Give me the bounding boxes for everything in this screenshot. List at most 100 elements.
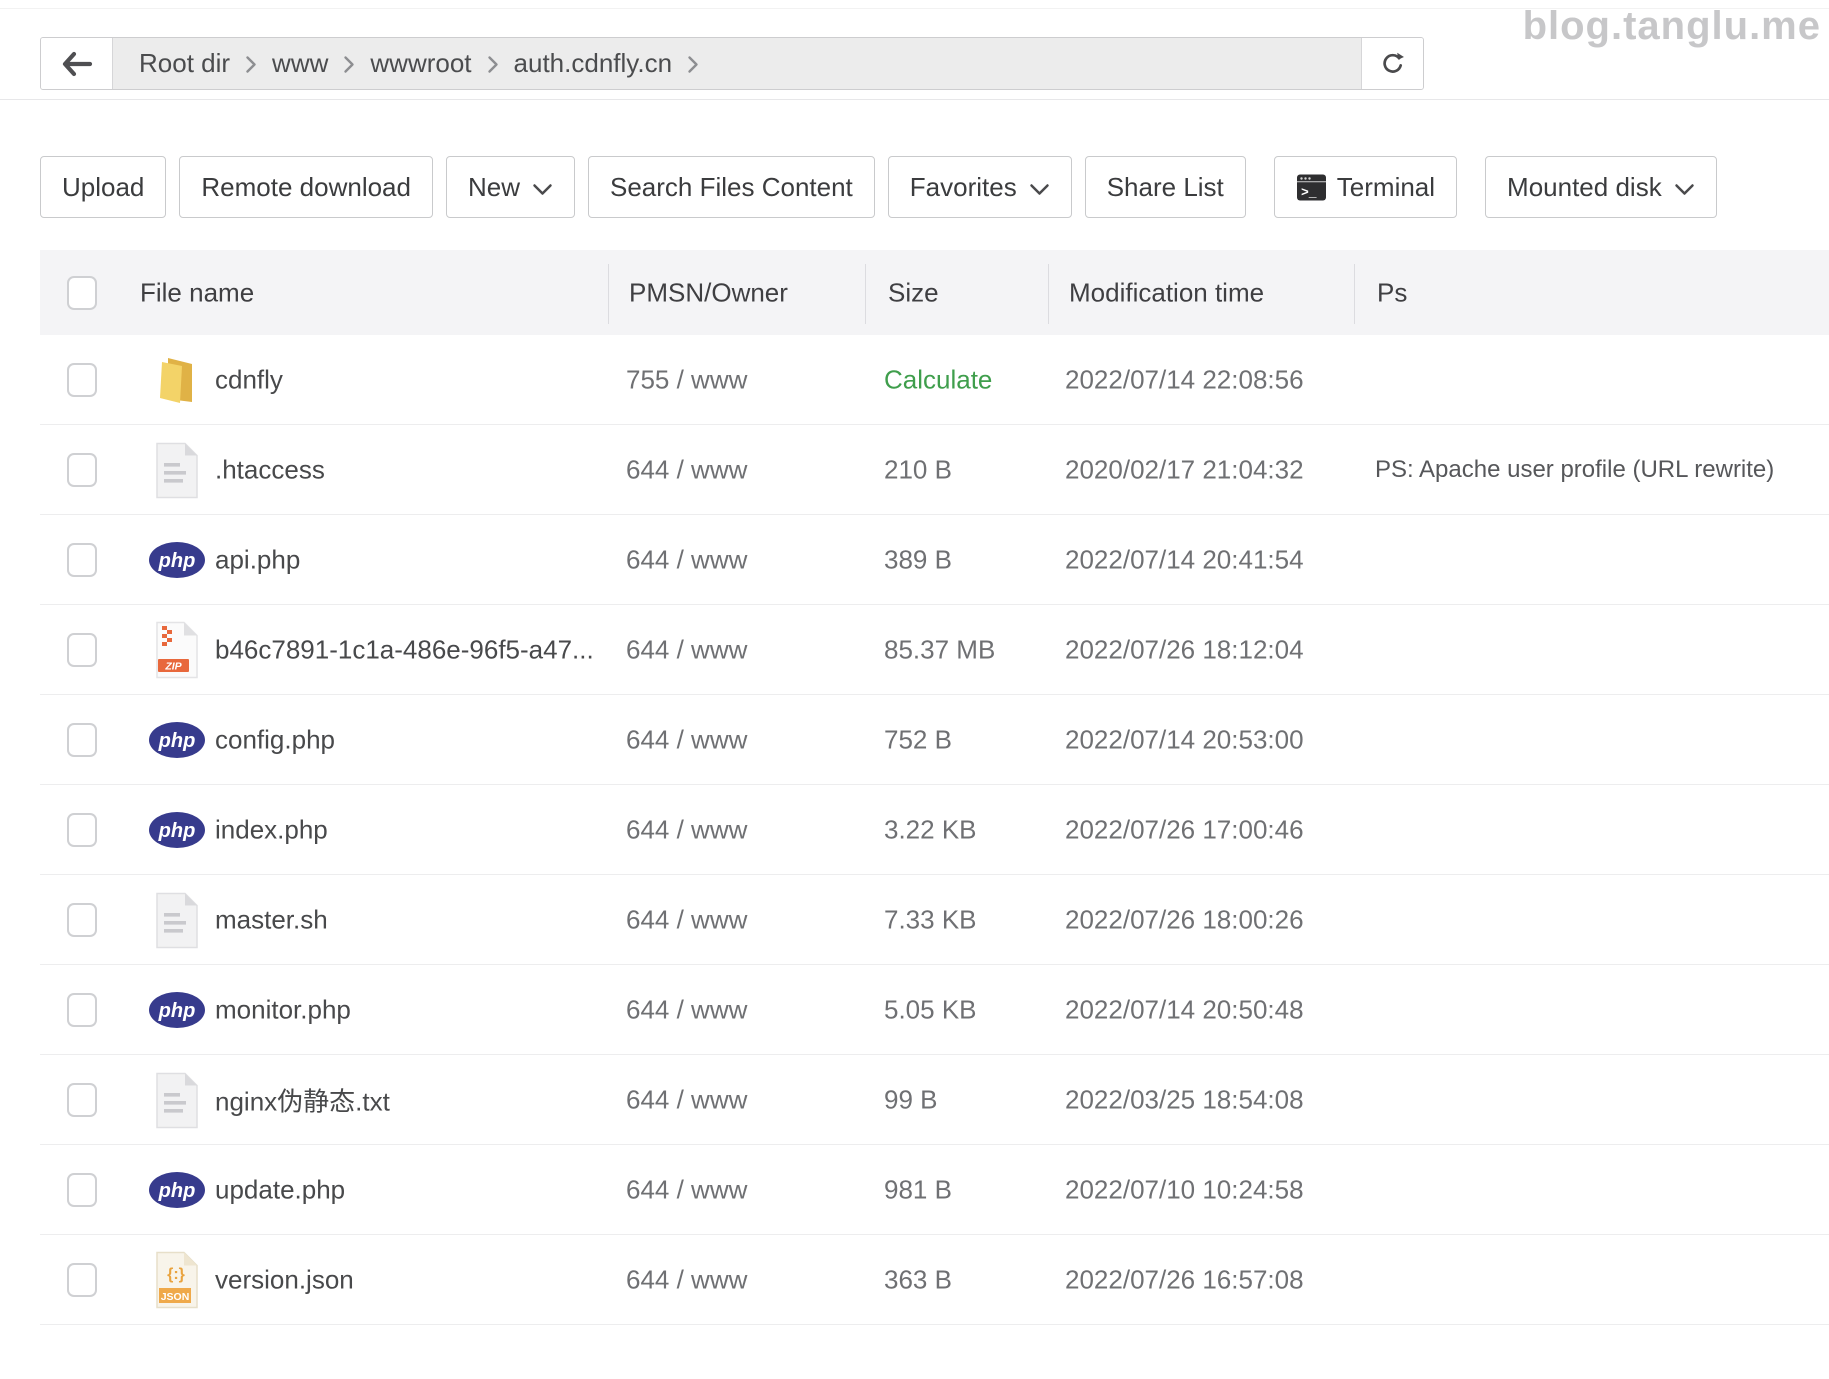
file-size: 5.05 KB — [884, 994, 977, 1025]
file-size: 7.33 KB — [884, 904, 977, 935]
svg-text:{:}: {:} — [167, 1266, 185, 1283]
svg-text:php: php — [158, 550, 196, 572]
svg-text:>_: >_ — [1301, 185, 1317, 200]
table-row[interactable]: cdnfly 755 / www Calculate 2022/07/14 22… — [40, 335, 1829, 425]
json-file-icon: {:} JSON — [154, 1251, 200, 1309]
file-name[interactable]: version.json — [215, 1264, 354, 1295]
file-name[interactable]: cdnfly — [215, 364, 283, 395]
col-file-name[interactable]: File name — [140, 277, 254, 308]
svg-text:php: php — [158, 820, 196, 842]
table-row[interactable]: nginx伪静态.txt 644 / www 99 B 2022/03/25 1… — [40, 1055, 1829, 1145]
row-checkbox[interactable] — [67, 633, 97, 667]
modification-time-value: 2022/07/14 22:08:56 — [1065, 364, 1304, 395]
file-size: 981 B — [884, 1174, 952, 1205]
file-name[interactable]: api.php — [215, 544, 300, 575]
file-name[interactable]: nginx伪静态.txt — [215, 1081, 390, 1118]
toolbar-button-label: Terminal — [1337, 172, 1435, 203]
search-files-content-button[interactable]: Search Files Content — [588, 156, 875, 218]
terminal-button[interactable]: >_ Terminal — [1274, 156, 1457, 218]
file-name[interactable]: .htaccess — [215, 454, 325, 485]
table-row[interactable]: php monitor.php 644 / www 5.05 KB 2022/0… — [40, 965, 1829, 1055]
file-name[interactable]: index.php — [215, 814, 328, 845]
modification-time-value: 2022/07/26 18:00:26 — [1065, 904, 1304, 935]
text-file-icon — [154, 1072, 200, 1129]
calculate-link[interactable]: Calculate — [884, 364, 992, 395]
row-checkbox[interactable] — [67, 363, 97, 397]
chevron-right-icon — [487, 55, 499, 74]
file-size: 99 B — [884, 1084, 938, 1115]
col-modification-time[interactable]: Modification time — [1069, 277, 1264, 308]
php-file-icon: php — [148, 1171, 206, 1209]
row-checkbox[interactable] — [67, 993, 97, 1027]
file-name[interactable]: update.php — [215, 1174, 345, 1205]
file-name[interactable]: b46c7891-1c1a-486e-96f5-a47... — [215, 634, 594, 665]
col-size[interactable]: Size — [888, 277, 939, 308]
file-size: 3.22 KB — [884, 814, 977, 845]
share-list-button[interactable]: Share List — [1085, 156, 1246, 218]
upload-button[interactable]: Upload — [40, 156, 166, 218]
modification-time-value: 2022/07/14 20:41:54 — [1065, 544, 1304, 575]
breadcrumb-item-www[interactable]: www — [272, 48, 328, 79]
modification-time-value: 2022/07/26 17:00:46 — [1065, 814, 1304, 845]
arrow-left-icon — [61, 51, 93, 77]
file-size: 85.37 MB — [884, 634, 995, 665]
pmsn-owner-value: 644 / www — [626, 1174, 747, 1205]
table-row[interactable]: .htaccess 644 / www 210 B 2020/02/17 21:… — [40, 425, 1829, 515]
file-name[interactable]: config.php — [215, 724, 335, 755]
toolbar-button-label: Upload — [62, 172, 144, 203]
column-separator — [865, 264, 866, 324]
modification-time-value: 2022/07/26 16:57:08 — [1065, 1264, 1304, 1295]
remote-download-button[interactable]: Remote download — [179, 156, 433, 218]
mounted-disk-button[interactable]: Mounted disk — [1485, 156, 1717, 218]
row-checkbox[interactable] — [67, 453, 97, 487]
back-button[interactable] — [41, 38, 113, 89]
row-checkbox[interactable] — [67, 1173, 97, 1207]
table-body: cdnfly 755 / www Calculate 2022/07/14 22… — [40, 335, 1829, 1325]
breadcrumb: Root dir www wwwroot auth.cdnfly.cn — [113, 38, 1361, 89]
new-button[interactable]: New — [446, 156, 575, 218]
ps-note: PS: Apache user profile (URL rewrite) — [1375, 456, 1774, 484]
text-file-icon — [154, 892, 200, 949]
table-row[interactable]: php update.php 644 / www 981 B 2022/07/1… — [40, 1145, 1829, 1235]
divider — [0, 99, 1829, 100]
row-checkbox[interactable] — [67, 723, 97, 757]
svg-text:ZIP: ZIP — [164, 661, 182, 673]
col-pmsn-owner[interactable]: PMSN/Owner — [629, 277, 788, 308]
chevron-right-icon — [245, 55, 257, 74]
breadcrumb-bar: Root dir www wwwroot auth.cdnfly.cn — [40, 37, 1424, 90]
file-name[interactable]: monitor.php — [215, 994, 351, 1025]
breadcrumb-item-root-dir[interactable]: Root dir — [139, 48, 230, 79]
row-checkbox[interactable] — [67, 1263, 97, 1297]
column-separator — [608, 264, 609, 324]
table-row[interactable]: php index.php 644 / www 3.22 KB 2022/07/… — [40, 785, 1829, 875]
refresh-button[interactable] — [1361, 38, 1423, 89]
file-size: 363 B — [884, 1264, 952, 1295]
col-ps[interactable]: Ps — [1377, 277, 1407, 308]
pmsn-owner-value: 644 / www — [626, 1084, 747, 1115]
select-all-checkbox[interactable] — [67, 276, 97, 310]
pmsn-owner-value: 644 / www — [626, 904, 747, 935]
php-file-icon: php — [148, 541, 206, 579]
table-row[interactable]: php config.php 644 / www 752 B 2022/07/1… — [40, 695, 1829, 785]
row-checkbox[interactable] — [67, 903, 97, 937]
table-row[interactable]: master.sh 644 / www 7.33 KB 2022/07/26 1… — [40, 875, 1829, 965]
table-row[interactable]: php api.php 644 / www 389 B 2022/07/14 2… — [40, 515, 1829, 605]
row-checkbox[interactable] — [67, 1083, 97, 1117]
row-checkbox[interactable] — [67, 543, 97, 577]
terminal-icon: >_ — [1296, 173, 1327, 202]
row-checkbox[interactable] — [67, 813, 97, 847]
breadcrumb-item-auth-cdnfly-cn[interactable]: auth.cdnfly.cn — [514, 48, 673, 79]
modification-time-value: 2020/02/17 21:04:32 — [1065, 454, 1304, 485]
table-header: File name PMSN/Owner Size Modification t… — [40, 250, 1829, 335]
watermark: blog.tanglu.me — [1523, 4, 1821, 49]
svg-text:php: php — [158, 1180, 196, 1202]
pmsn-owner-value: 644 / www — [626, 1264, 747, 1295]
file-size: 752 B — [884, 724, 952, 755]
favorites-button[interactable]: Favorites — [888, 156, 1072, 218]
toolbar-button-label: Search Files Content — [610, 172, 853, 203]
table-row[interactable]: {:} JSON version.json 644 / www 363 B 20… — [40, 1235, 1829, 1325]
breadcrumb-item-wwwroot[interactable]: wwwroot — [370, 48, 471, 79]
file-name[interactable]: master.sh — [215, 904, 328, 935]
table-row[interactable]: ZIP b46c7891-1c1a-486e-96f5-a47... 644 /… — [40, 605, 1829, 695]
chevron-down-icon — [1029, 183, 1050, 196]
